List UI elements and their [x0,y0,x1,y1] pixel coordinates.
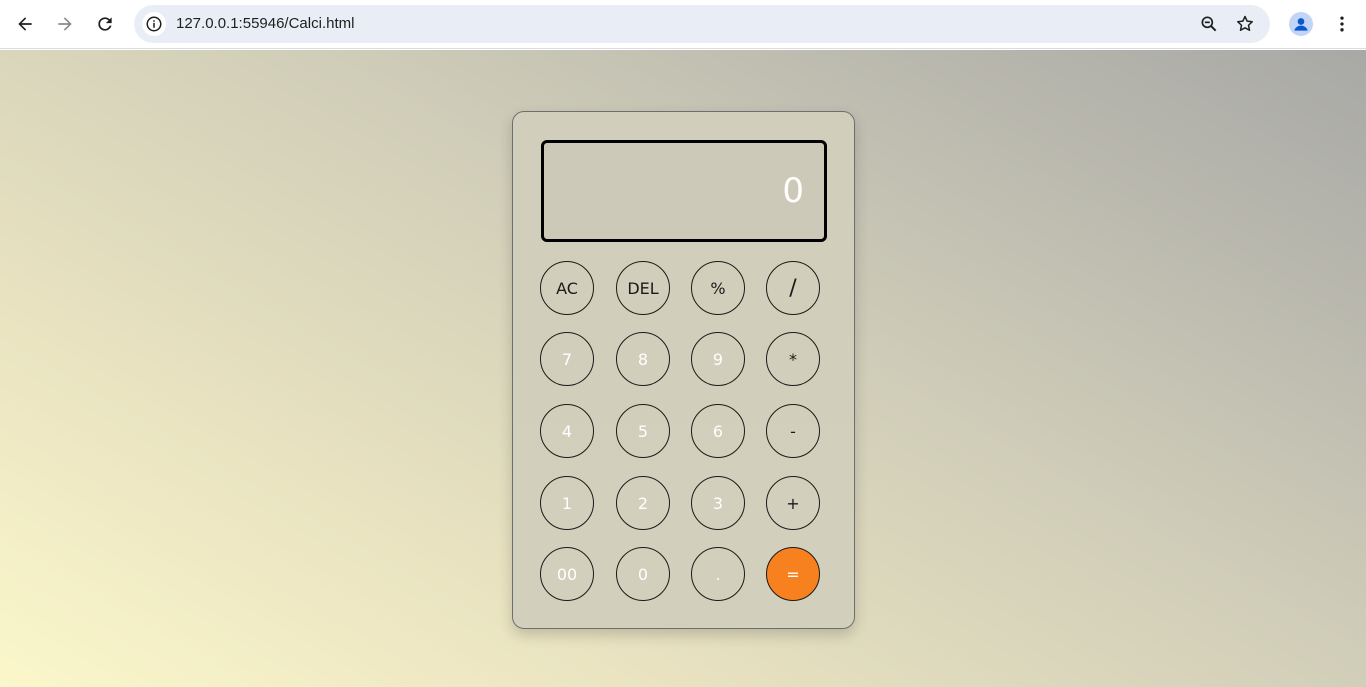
digit-6-button[interactable]: 6 [691,404,745,458]
minus-button[interactable]: - [766,404,820,458]
digit-2-button[interactable]: 2 [616,476,670,530]
profile-icon [1294,18,1308,31]
digit-7-button[interactable]: 7 [540,332,594,386]
info-icon [146,16,162,32]
site-info-button[interactable] [142,12,166,36]
digit-4-button[interactable]: 4 [540,404,594,458]
page-background: 0 AC DEL % / 7 8 9 * 4 5 6 - 1 2 3 + 00 … [0,50,1366,687]
decimal-button[interactable]: . [691,547,745,601]
reload-icon [98,17,112,31]
digit-3-button[interactable]: 3 [691,476,745,530]
digit-8-button[interactable]: 8 [616,332,670,386]
percent-button[interactable]: % [691,261,745,315]
digit-5-button[interactable]: 5 [616,404,670,458]
digit-0-button[interactable]: 0 [616,547,670,601]
profile-button[interactable] [1289,12,1313,36]
double-zero-button[interactable]: 00 [540,547,594,601]
arrow-right-icon [58,17,72,31]
browser-menu-button[interactable] [1332,12,1352,36]
address-bar[interactable]: 127.0.0.1:55946/Calci.html [134,5,1270,43]
digit-9-button[interactable]: 9 [691,332,745,386]
zoom-button[interactable] [1198,13,1220,35]
back-button[interactable] [9,8,41,40]
multiply-button[interactable]: * [766,332,820,386]
forward-button[interactable] [49,8,81,40]
calculator-display: 0 [541,140,827,242]
reload-button[interactable] [89,8,121,40]
arrow-left-icon [18,17,32,31]
display-value: 0 [782,171,804,211]
more-vert-icon [1340,16,1344,32]
divide-button[interactable]: / [766,261,820,315]
equals-button[interactable]: = [766,547,820,601]
clear-button[interactable]: AC [540,261,594,315]
digit-1-button[interactable]: 1 [540,476,594,530]
delete-button[interactable]: DEL [616,261,670,315]
calculator: 0 AC DEL % / 7 8 9 * 4 5 6 - 1 2 3 + 00 … [512,111,855,629]
plus-button[interactable]: + [766,476,820,530]
bookmark-button[interactable] [1234,13,1256,35]
browser-toolbar: 127.0.0.1:55946/Calci.html [0,0,1366,49]
star-icon [1237,15,1253,31]
url-text[interactable]: 127.0.0.1:55946/Calci.html [176,15,354,32]
zoom-out-icon [1201,16,1217,32]
